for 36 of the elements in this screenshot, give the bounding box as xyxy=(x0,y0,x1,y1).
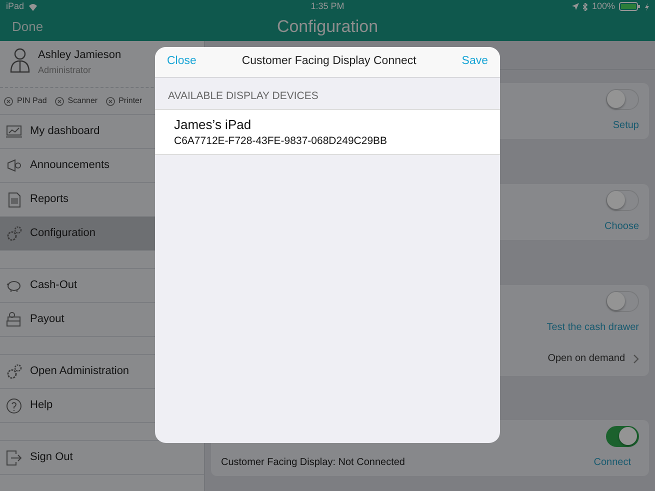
help-icon xyxy=(6,398,22,414)
gears-icon xyxy=(6,226,22,242)
battery-percent: 100% xyxy=(592,0,615,13)
sign-out-icon xyxy=(6,450,22,466)
device-name: iPad xyxy=(6,0,24,13)
user-icon xyxy=(10,47,30,73)
location-icon xyxy=(572,3,579,10)
toggle-switch[interactable] xyxy=(606,426,639,447)
user-name: Ashley Jamieson xyxy=(38,48,122,63)
megaphone-icon xyxy=(6,158,22,174)
device-row[interactable]: James’s iPad C6A7712E-F728-43FE-9837-068D249C29BB xyxy=(155,108,500,155)
toggle-switch[interactable] xyxy=(606,89,639,110)
option-button[interactable]: Open on demand xyxy=(548,351,625,366)
peripheral-status: PIN Pad xyxy=(17,95,47,107)
chevron-right-icon xyxy=(633,354,639,364)
user-role: Administrator xyxy=(38,64,92,76)
cash-stack-icon xyxy=(6,312,22,328)
cross-circle-icon xyxy=(54,96,64,106)
page-title: Configuration xyxy=(276,16,378,38)
charging-icon xyxy=(645,2,649,10)
bluetooth-icon xyxy=(582,2,588,10)
peripheral-status: Printer xyxy=(118,95,142,107)
battery-icon xyxy=(619,2,641,11)
status-label: Customer Facing Display: Not Connected xyxy=(221,456,405,470)
cross-circle-icon xyxy=(4,96,13,106)
dialog-title: Customer Facing Display Connect xyxy=(242,54,416,70)
peripheral-status: Scanner xyxy=(68,95,98,107)
wifi-icon xyxy=(28,2,38,10)
gears-icon xyxy=(6,364,22,380)
toggle-switch[interactable] xyxy=(606,291,639,312)
clock: 1:35 PM xyxy=(310,0,344,11)
dashboard-icon xyxy=(6,124,22,140)
section-header: AVAILABLE DISPLAY DEVICES xyxy=(168,90,318,102)
cross-circle-icon xyxy=(106,96,115,106)
document-icon xyxy=(6,192,22,208)
toggle-switch[interactable] xyxy=(606,190,639,211)
